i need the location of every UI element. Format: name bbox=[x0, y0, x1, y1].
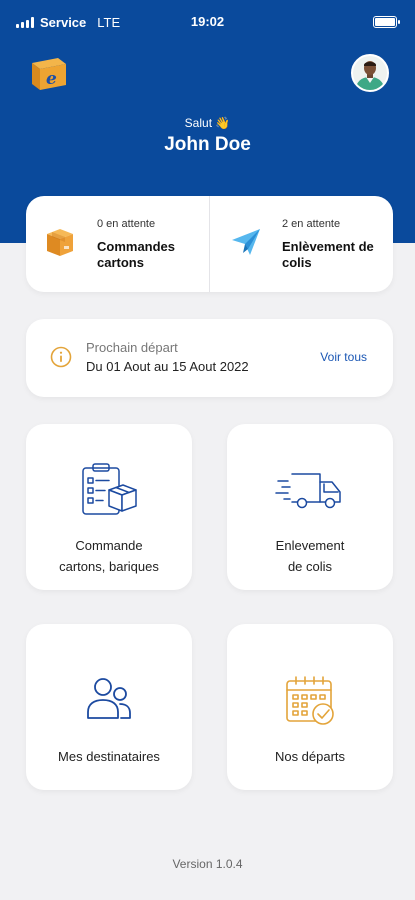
status-bar: Service LTE 19:02 bbox=[0, 0, 415, 44]
tile-label: Mes destinataires bbox=[58, 749, 160, 764]
version-text: Version 1.0.4 bbox=[172, 857, 243, 871]
next-departure-title: Prochain départ bbox=[86, 340, 178, 355]
tile-commande-cartons[interactable]: Commande cartons, bariques bbox=[26, 424, 192, 590]
stat-count: 2 en attente bbox=[282, 218, 341, 230]
tile-mes-destinataires[interactable]: Mes destinataires bbox=[26, 624, 192, 790]
battery-icon bbox=[373, 16, 400, 28]
svg-text:e: e bbox=[46, 69, 57, 89]
greeting-text: Salut 👋 bbox=[184, 116, 231, 130]
app-logo-icon[interactable]: e bbox=[28, 54, 70, 92]
next-departure-dates: Du 01 Aout au 15 Aout 2022 bbox=[86, 359, 249, 374]
paper-plane-icon bbox=[230, 226, 262, 258]
delivery-truck-icon bbox=[274, 470, 346, 517]
stat-count: 0 en attente bbox=[97, 218, 156, 230]
stats-card: 0 en attente Commandes cartons 2 en atte… bbox=[26, 196, 393, 292]
calendar-check-icon bbox=[284, 674, 336, 731]
stat-label: Commandes cartons bbox=[97, 239, 176, 270]
status-time: 19:02 bbox=[190, 14, 225, 29]
stat-label: Enlèvement de colis bbox=[282, 239, 374, 270]
next-departure-card[interactable]: Prochain départ Du 01 Aout au 15 Aout 20… bbox=[26, 319, 393, 397]
tile-nos-departs[interactable]: Nos départs bbox=[227, 624, 393, 790]
tile-label: Commande bbox=[75, 538, 143, 553]
tile-label: Nos départs bbox=[274, 749, 346, 764]
tile-label: cartons, bariques bbox=[59, 559, 159, 574]
clipboard-box-icon bbox=[79, 462, 139, 525]
cardboard-box-icon bbox=[44, 226, 76, 258]
avatar[interactable] bbox=[351, 54, 389, 92]
info-icon bbox=[50, 346, 72, 368]
users-icon bbox=[85, 674, 133, 727]
user-name: John Doe bbox=[164, 134, 251, 155]
tile-label: Enlevement bbox=[275, 538, 345, 553]
tile-enlevement-colis[interactable]: Enlevement de colis bbox=[227, 424, 393, 590]
tile-label: de colis bbox=[287, 559, 333, 574]
stat-commandes-cartons[interactable]: 0 en attente Commandes cartons bbox=[26, 196, 209, 292]
stat-enlevement-colis[interactable]: 2 en attente Enlèvement de colis bbox=[210, 196, 393, 292]
see-all-link[interactable]: Voir tous bbox=[320, 350, 367, 364]
